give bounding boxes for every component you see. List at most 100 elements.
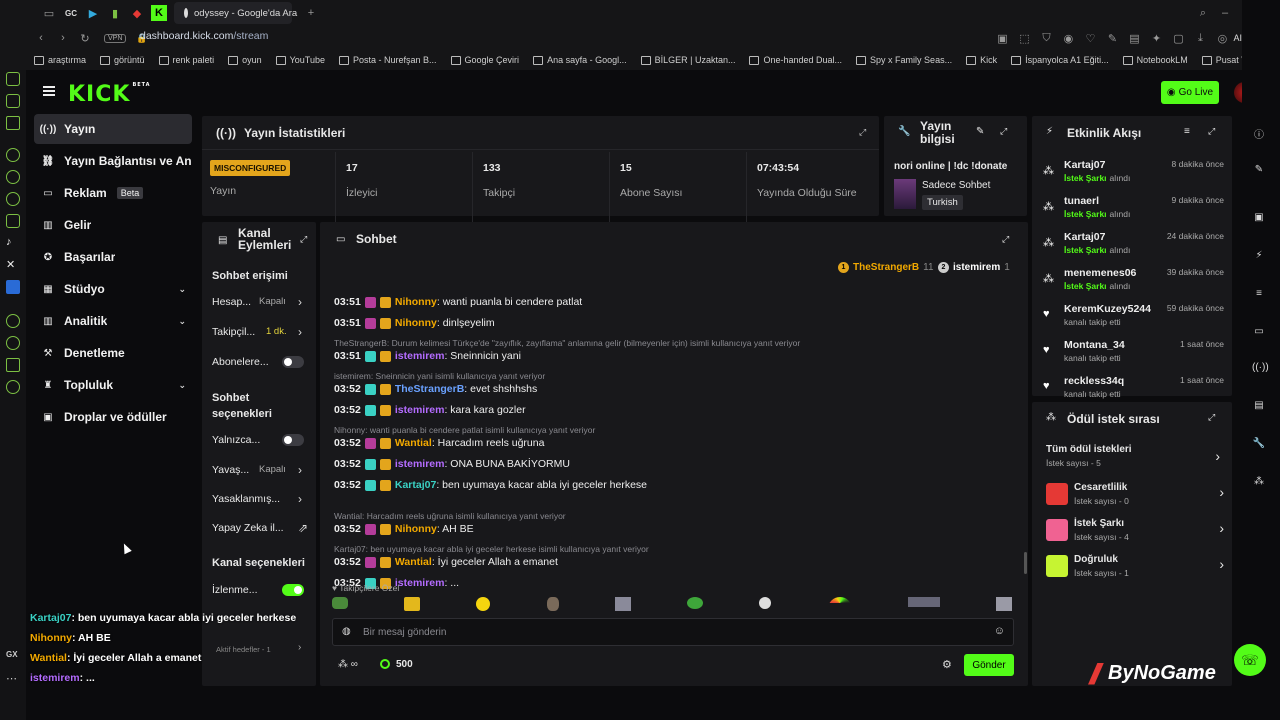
page-icon[interactable]: ▤ bbox=[1123, 27, 1145, 49]
expand-icon[interactable]: ⤢ bbox=[859, 127, 869, 137]
active-goals[interactable]: Aktif hedefler - 1 bbox=[216, 645, 271, 654]
username[interactable]: istemirem bbox=[395, 458, 445, 470]
toggle-switch[interactable] bbox=[282, 356, 304, 368]
app-icon[interactable]: ▮ bbox=[104, 2, 126, 24]
activity-item[interactable]: ⁂ tunaerl İstek Şarkı alındı 9 dakika önce bbox=[1040, 192, 1226, 227]
camera-icon[interactable]: ▣ bbox=[991, 27, 1013, 49]
send-button[interactable]: Gönder bbox=[964, 654, 1014, 676]
support-button[interactable]: ☏ bbox=[1234, 644, 1266, 676]
nav-item-3[interactable]: ▥ Gelir bbox=[34, 210, 192, 240]
lightning-icon[interactable]: ⚡ bbox=[1252, 250, 1266, 264]
bookmark-item[interactable]: Posta - Nurefşan B... bbox=[338, 55, 437, 65]
shield-icon[interactable]: ⛉ bbox=[1035, 27, 1057, 49]
wallet-icon[interactable]: ▢ bbox=[1167, 27, 1189, 49]
emote-icon[interactable] bbox=[476, 597, 491, 611]
nav-item-9[interactable]: ▣ Droplar ve ödüller bbox=[34, 402, 192, 432]
info-icon[interactable]: ⓘ bbox=[1252, 126, 1266, 141]
reload-icon[interactable]: ↻ bbox=[74, 27, 96, 49]
player-icon[interactable] bbox=[6, 314, 20, 328]
puzzle-icon[interactable]: ✦ bbox=[1145, 27, 1167, 49]
username[interactable]: Nihonny bbox=[395, 317, 437, 329]
download-icon[interactable]: ⤓ bbox=[1189, 27, 1211, 49]
chat-messages[interactable]: 03:51 Nihonny: wanti puanla bi cendere pa… bbox=[320, 276, 1020, 591]
goals-chevron-icon[interactable]: › bbox=[298, 642, 301, 653]
gx-icon[interactable]: GX bbox=[6, 650, 20, 664]
layout-icon[interactable]: ▣ bbox=[1252, 212, 1266, 226]
bookmark-item[interactable]: İspanyolca A1 Eğiti... bbox=[1011, 55, 1109, 65]
chat-input[interactable]: ◍ Bir mesaj gönderin ☺ bbox=[332, 618, 1014, 646]
activity-item[interactable]: ♥ KeremKuzey5244 kanalı takip etti 59 dakik… bbox=[1040, 300, 1226, 335]
username[interactable]: istemirem bbox=[395, 577, 445, 589]
hamburger-icon[interactable] bbox=[43, 86, 55, 96]
chat-message[interactable]: 03:52 Kartaj07: ben uyumaya kacar abla iy… bbox=[334, 479, 647, 491]
play-store-icon[interactable]: ▶ bbox=[82, 2, 104, 24]
expand-icon[interactable]: ⤢ bbox=[1002, 234, 1009, 245]
active-tab[interactable]: odyssey - Google'da Ara bbox=[174, 2, 297, 24]
url-field[interactable]: dashboard.kick.com/stream bbox=[140, 30, 268, 42]
username[interactable]: Wantial bbox=[395, 437, 432, 449]
chat-message[interactable]: 03:51 istemirem: Sneinnicin yani bbox=[334, 350, 521, 362]
all-rewards-row[interactable]: Tüm ödül istekleri İstek sayısı - 5 › bbox=[1046, 444, 1222, 474]
forward-icon[interactable]: › bbox=[52, 27, 74, 49]
nav-item-1[interactable]: ⛓ Yayın Bağlantısı ve Anahtar bbox=[34, 146, 192, 176]
chat-option-row[interactable]: Yapay Zeka il... bbox=[212, 522, 308, 534]
chat-scrollbar[interactable] bbox=[1024, 552, 1027, 574]
history-icon[interactable] bbox=[6, 336, 20, 350]
chat-message[interactable]: 03:52 Nihonny: AH BE bbox=[334, 523, 474, 535]
m-icon[interactable] bbox=[6, 116, 20, 130]
expand-icon[interactable]: ⤢ bbox=[1208, 126, 1215, 137]
emote-icon[interactable] bbox=[995, 597, 1012, 611]
tabs-icon[interactable]: ▭ bbox=[38, 2, 60, 24]
edit-icon[interactable]: ✎ bbox=[1252, 164, 1266, 178]
nav-item-2[interactable]: ▭ Reklam Beta bbox=[34, 178, 192, 208]
nav-item-6[interactable]: ▥ Analitik ⌄ bbox=[34, 306, 192, 336]
chat-message[interactable]: 03:52 TheStrangerB: evet shshhshs bbox=[334, 383, 537, 395]
screenshot-icon[interactable]: ✎ bbox=[1101, 27, 1123, 49]
expand-icon[interactable]: ⤢ bbox=[1208, 412, 1215, 423]
ai-button[interactable]: AI bbox=[1233, 33, 1242, 43]
emoji-icon[interactable]: ☺ bbox=[994, 625, 1005, 637]
reward-item[interactable]: Doğruluk İstek sayısı - 1 › bbox=[1044, 550, 1224, 582]
more-icon[interactable]: ⋯ bbox=[6, 672, 20, 686]
instagram-icon[interactable] bbox=[6, 214, 20, 228]
username[interactable]: Nihonny bbox=[395, 296, 437, 308]
nav-item-7[interactable]: ⚒ Denetleme bbox=[34, 338, 192, 368]
kick-tab-icon[interactable]: K bbox=[148, 2, 170, 24]
bookmark-icon[interactable] bbox=[6, 358, 20, 372]
emote-row[interactable] bbox=[332, 597, 1012, 613]
username[interactable]: Nihonny bbox=[395, 523, 437, 535]
nav-item-5[interactable]: ▦ Stüdyo ⌄ bbox=[34, 274, 192, 304]
chat-access-row[interactable]: Takipçil... bbox=[212, 326, 308, 338]
games-icon[interactable] bbox=[6, 94, 20, 108]
nav-item-0[interactable]: ((·)) Yayın bbox=[34, 114, 192, 144]
translate-icon[interactable] bbox=[6, 280, 20, 294]
nav-item-4[interactable]: ✪ Başarılar bbox=[34, 242, 192, 272]
emote-icon[interactable] bbox=[546, 597, 559, 611]
chat-message[interactable]: 03:52 Wantial: Harcadım reels uğruna bbox=[334, 437, 544, 449]
bookmark-item[interactable]: Ana sayfa - Googl... bbox=[533, 55, 627, 65]
chat-icon[interactable]: ▭ bbox=[1252, 326, 1266, 340]
emote-icon[interactable] bbox=[827, 597, 852, 609]
edit-icon[interactable]: ✎ bbox=[976, 126, 984, 137]
username[interactable]: TheStrangerB bbox=[395, 383, 464, 395]
filter-icon[interactable]: ≡ bbox=[1184, 126, 1190, 137]
camera2-icon[interactable]: ◎ bbox=[1211, 27, 1233, 49]
top-gifter-1[interactable]: 1 TheStrangerB 11 bbox=[838, 262, 934, 273]
activity-item[interactable]: ⁂ Kartaj07 İstek Şarkı alındı 24 dakika önce bbox=[1040, 228, 1226, 263]
channel-icon[interactable]: ▤ bbox=[1252, 400, 1266, 414]
chat-message[interactable]: 03:52 istemirem: ONA BUNA BAKİYORMU bbox=[334, 458, 570, 470]
kick-logo[interactable]: KICK BETA bbox=[68, 82, 151, 107]
chat-message[interactable]: 03:52 Wantial: İyi geceler Allah a emanet bbox=[334, 556, 558, 568]
emote-icon[interactable] bbox=[404, 597, 421, 611]
nav-item-8[interactable]: ♜ Topluluk ⌄ bbox=[34, 370, 192, 400]
bookmark-item[interactable]: BİLGER | Uzaktan... bbox=[640, 55, 735, 65]
chat-message[interactable]: 03:52 istemirem: kara kara gozler bbox=[334, 404, 526, 416]
go-live-button[interactable]: ◉ Go Live bbox=[1161, 81, 1219, 104]
emote-icon[interactable] bbox=[332, 597, 348, 609]
top-gifter-2[interactable]: 2 istemirem 1 bbox=[938, 262, 1010, 273]
watch-toggle[interactable] bbox=[282, 584, 304, 596]
chatgpt-icon[interactable] bbox=[6, 148, 20, 162]
extension-icon[interactable]: ◉ bbox=[1057, 27, 1079, 49]
emote-icon[interactable] bbox=[907, 597, 940, 607]
bookmark-item[interactable]: görüntü bbox=[100, 55, 145, 65]
